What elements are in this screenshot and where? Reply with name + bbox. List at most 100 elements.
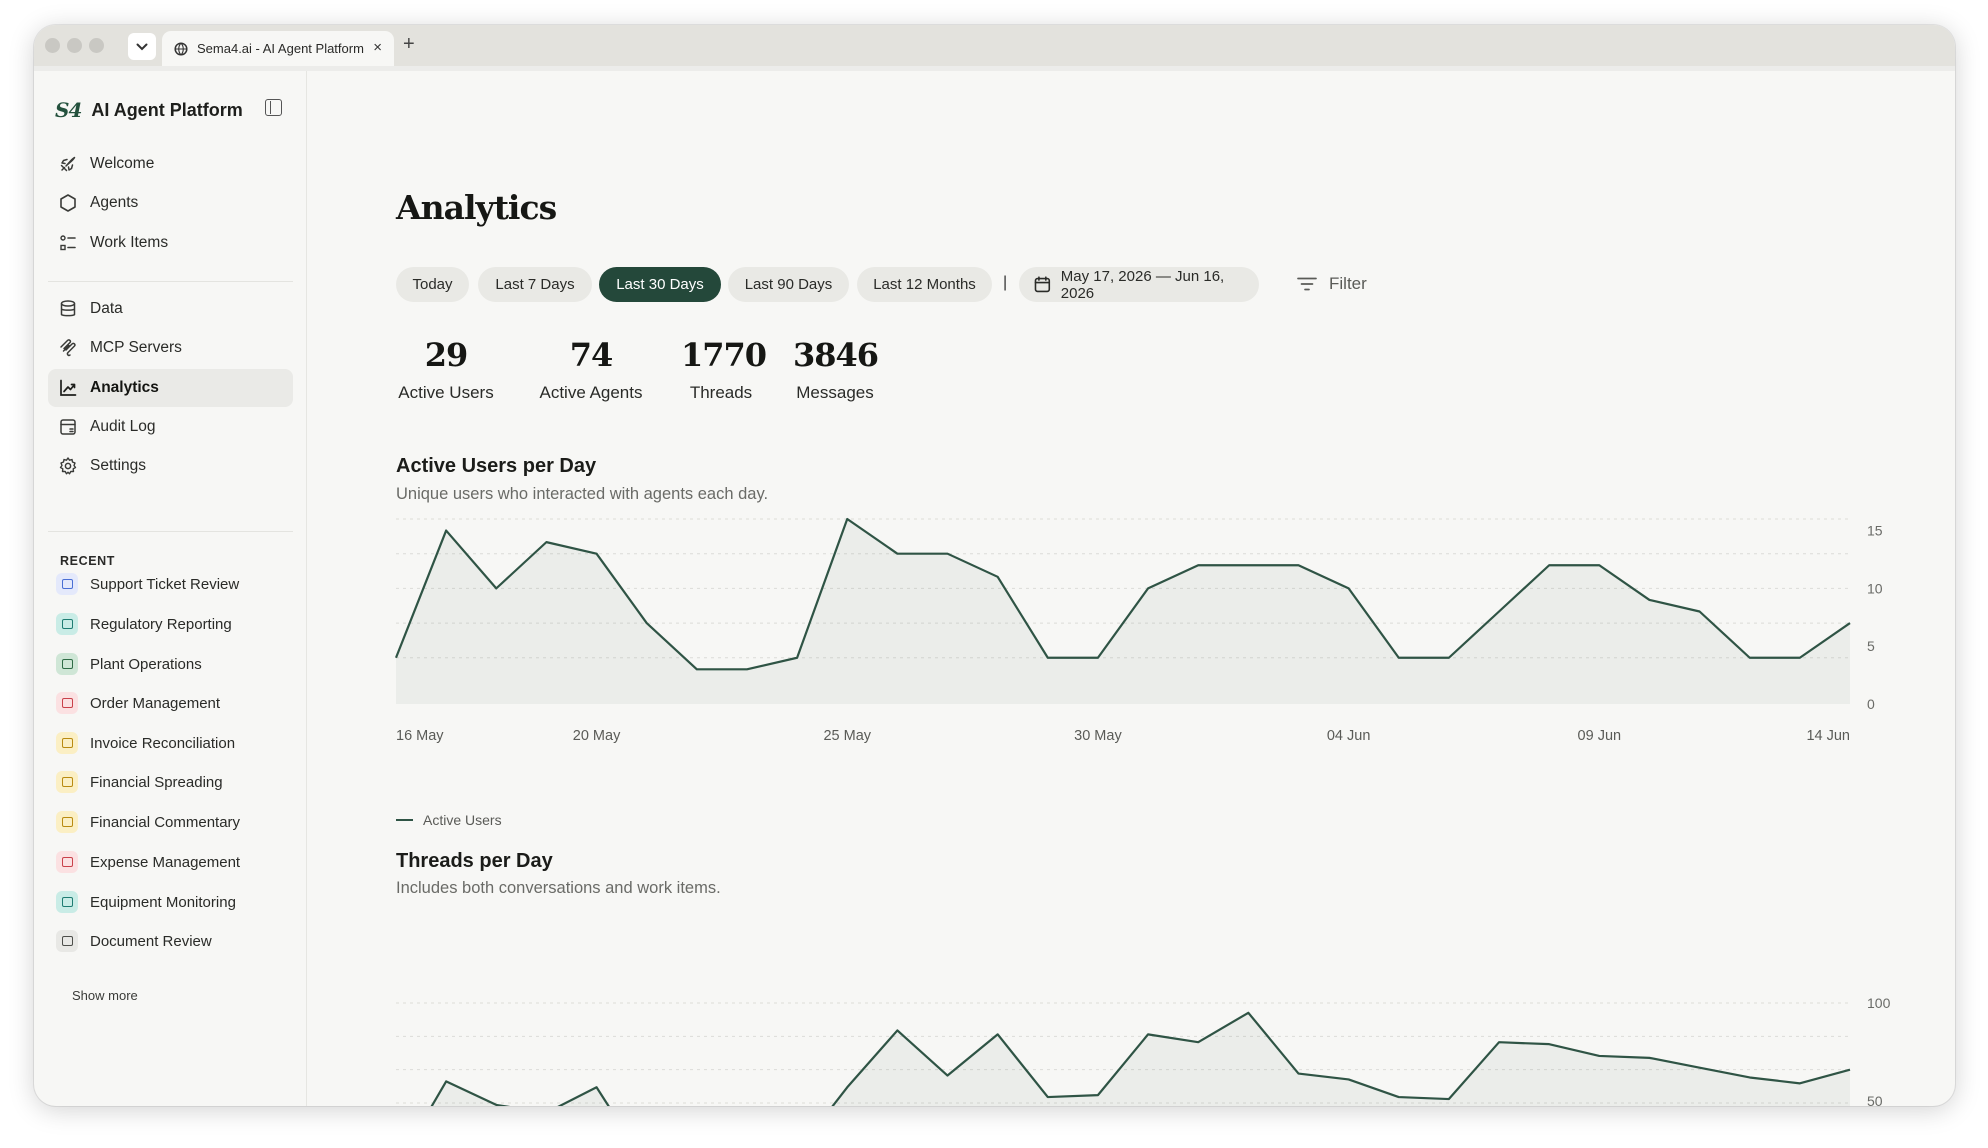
active-users-chart-subtitle: Unique users who interacted with agents … [396,485,769,503]
recent-item-label: Financial Spreading [90,773,223,791]
minimize-window-button[interactable] [67,38,82,53]
y-tick-label: 5 [1867,638,1875,654]
recent-item[interactable]: Expense Management [56,848,240,876]
range-90-days-button[interactable]: Last 90 Days [728,267,849,302]
recent-item[interactable]: Financial Spreading [56,768,223,796]
recent-item-label: Financial Commentary [90,813,241,831]
date-range-text: May 17, 2026 — Jun 16, 2026 [1060,267,1225,302]
y-tick-label: 10 [1867,580,1883,596]
recent-item[interactable]: Document Review [56,927,212,955]
maximize-window-button[interactable] [89,38,104,53]
stat-label: Messages [796,383,874,402]
main-content: Analytics Today Last 7 Days Last 30 Days… [307,71,1955,1106]
y-tick-label: 0 [1867,696,1875,712]
show-more-link[interactable]: Show more [72,988,138,1003]
sidebar-item-agents[interactable]: Agents [48,184,293,222]
x-tick-label: 25 May [823,728,871,744]
stat-active-agents: 74 Active Agents [533,339,649,403]
x-tick-label: 04 Jun [1327,728,1371,744]
active-users-chart: 0 5 10 15 16 May 20 May 25 May 30 May 04 Jun 09 J… [394,517,1883,744]
range-7-days-button[interactable]: Last 7 Days [478,267,592,302]
stat-value: 29 [424,336,469,374]
hexagon-icon [60,194,76,212]
stat-value: 74 [569,336,614,374]
browser-tab[interactable]: Sema4.ai - AI Agent Platform × [162,31,394,66]
recent-item[interactable]: Regulatory Reporting [56,610,232,638]
stat-value: 3846 [793,336,879,374]
date-range-picker[interactable]: May 17, 2026 — Jun 16, 2026 [1019,267,1259,302]
rocket-icon [60,156,76,172]
sidebar-item-label: Welcome [90,155,155,172]
recent-item-label: Support Ticket Review [90,575,240,593]
sidebar-item-label: MCP Servers [90,339,182,356]
new-tab-button[interactable]: + [403,33,415,56]
sidebar-item-audit-log[interactable]: Audit Log [48,408,293,446]
list-icon [60,235,76,251]
sidebar-toggle-icon[interactable] [265,99,282,116]
audit-log-icon [60,419,76,435]
sidebar-item-label: Data [90,300,123,317]
range-12-months-button[interactable]: Last 12 Months [857,267,992,302]
recent-item[interactable]: Order Management [56,689,220,717]
recent-heading: RECENT [60,554,115,568]
close-tab-icon[interactable]: × [373,39,382,56]
recent-item-label: Invoice Reconciliation [90,734,236,752]
recent-item[interactable]: Plant Operations [56,650,202,678]
chat-icon [56,811,78,833]
sidebar-item-welcome[interactable]: Welcome [48,145,293,183]
sidebar-item-label: Analytics [90,379,159,396]
stat-value: 1770 [681,336,767,374]
sidebar-item-analytics[interactable]: Analytics [48,369,293,407]
chat-icon [56,613,78,635]
filter-button[interactable]: Filter [1297,274,1367,294]
recent-item[interactable]: Invoice Reconciliation [56,729,235,757]
stat-active-users: 29 Active Users [396,339,496,403]
browser-titlebar: Sema4.ai - AI Agent Platform × + [34,25,1955,66]
x-tick-label: 14 Jun [1806,728,1850,744]
y-tick-label: 100 [1867,995,1891,1011]
sidebar-item-label: Audit Log [90,418,156,435]
x-tick-label: 20 May [573,728,621,744]
brand[interactable]: S4 AI Agent Platform [55,98,243,122]
series-area [431,1012,1850,1106]
sidebar-item-label: Settings [90,457,147,474]
chat-icon [56,732,78,754]
chat-icon [56,891,78,913]
active-users-chart-title: Active Users per Day [396,455,597,477]
range-30-days-button[interactable]: Last 30 Days [599,267,721,302]
chat-icon [56,771,78,793]
chart-legend: Active Users [396,812,502,828]
calendar-icon [1034,276,1051,293]
database-icon [60,300,76,317]
recent-item-label: Plant Operations [90,655,202,673]
filter-icon [1297,277,1317,291]
x-tick-label: 16 May [396,728,444,744]
mcp-icon [60,339,76,357]
globe-icon [174,41,188,56]
sidebar-item-settings[interactable]: Settings [48,447,293,485]
chart-icon [60,379,77,396]
chevron-down-icon [136,43,148,50]
gear-icon [59,457,77,475]
tab-list-button[interactable] [128,33,156,60]
series-area [396,519,1850,704]
recent-item-label: Expense Management [90,853,241,871]
sidebar-item-data[interactable]: Data [48,290,293,328]
range-today-button[interactable]: Today [396,267,469,302]
recent-item[interactable]: Support Ticket Review [56,570,239,598]
recent-item[interactable]: Equipment Monitoring [56,888,236,916]
legend-label: Active Users [423,812,502,828]
threads-chart-title: Threads per Day [396,850,553,872]
recent-item[interactable]: Financial Commentary [56,808,240,836]
y-tick-label: 50 [1867,1093,1883,1106]
chat-icon [56,653,78,675]
stat-messages: 3846 Messages [793,336,879,403]
stat-label: Threads [689,383,753,402]
recent-item-label: Document Review [90,932,212,950]
close-window-button[interactable] [45,38,60,53]
stat-label: Active Users [398,383,494,402]
recent-item-label: Order Management [90,694,221,712]
sidebar-item-mcp-servers[interactable]: MCP Servers [48,329,293,367]
sidebar-item-work-items[interactable]: Work Items [48,224,293,262]
range-separator: | [1003,274,1008,291]
